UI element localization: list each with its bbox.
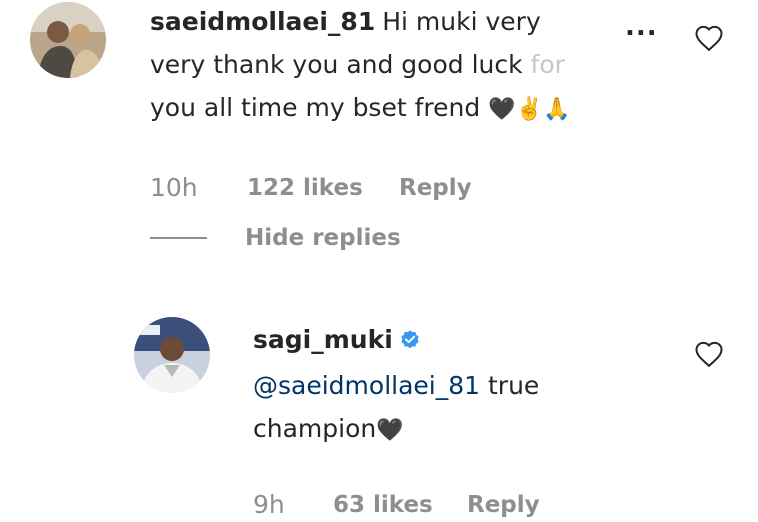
comment-text-faded: for [530, 50, 565, 79]
reply-text-after-mention: true [480, 371, 540, 400]
comment-text-line2: very thank you and good luck [150, 50, 531, 79]
reply-meta: 9h 63 likes Reply [253, 490, 673, 522]
hide-replies-line [150, 237, 207, 239]
comment-like-button[interactable] [694, 24, 724, 56]
reply-body: sagi_muki @saeidmollaei_81 true champion… [253, 318, 673, 452]
reply-username[interactable]: sagi_muki [253, 325, 393, 354]
comment-emoji: 🖤✌️🙏 [488, 97, 571, 122]
more-options-button[interactable]: ... [625, 12, 658, 42]
reply-like-button[interactable] [694, 340, 724, 372]
hide-replies-label: Hide replies [245, 225, 401, 251]
comment-text-line3: you all time my bset frend [150, 93, 489, 122]
reply-emoji: 🖤 [376, 418, 404, 443]
heart-outline-icon [695, 341, 723, 368]
comment-time: 10h [150, 173, 198, 202]
comment-meta: 10h 122 likes Reply [150, 173, 550, 205]
comment-likes[interactable]: 122 likes [247, 175, 363, 201]
comment-text-line1: Hi muki very [382, 7, 541, 36]
reply-text-line2: champion [253, 414, 377, 443]
reply-likes[interactable]: 63 likes [333, 492, 433, 518]
hide-replies-button[interactable]: Hide replies [150, 225, 401, 251]
reply-mention-link[interactable]: @saeidmollaei_81 [253, 371, 480, 400]
reply-reply-button[interactable]: Reply [467, 492, 540, 518]
avatar-image [30, 2, 106, 78]
avatar-image [134, 317, 210, 393]
heart-outline-icon [695, 25, 723, 52]
avatar-saeidmollaei[interactable] [30, 2, 106, 78]
reply-time: 9h [253, 490, 285, 519]
avatar-sagi-muki[interactable] [134, 317, 210, 393]
verified-badge-icon [399, 321, 421, 364]
comment-reply-button[interactable]: Reply [399, 175, 472, 201]
comment-username[interactable]: saeidmollaei_81 [150, 7, 375, 36]
comment-body: saeidmollaei_81 Hi muki very very thank y… [150, 0, 630, 131]
